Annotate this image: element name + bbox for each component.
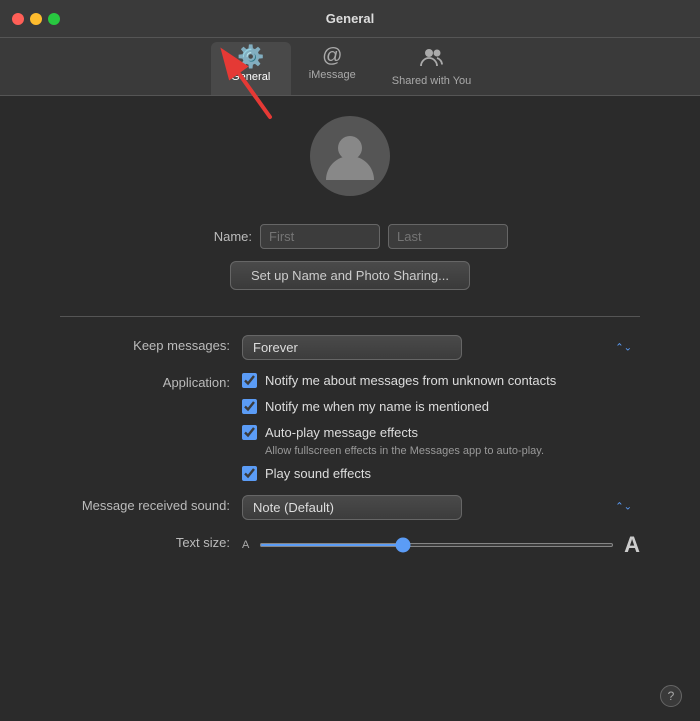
keep-messages-control: Forever 1 Year 30 Days [242,335,640,360]
text-size-row: Text size: A A [60,532,640,558]
checkbox-notify-unknown-label: Notify me about messages from unknown co… [265,372,556,390]
keep-messages-label: Keep messages: [60,335,230,353]
app-window: General ⚙️ General @ iMessage Shared wit… [0,0,700,721]
titlebar: General [0,0,700,38]
message-sound-label: Message received sound: [60,495,230,513]
toolbar: ⚙️ General @ iMessage Shared with You [0,38,700,96]
checkbox-row-notify-name: Notify me when my name is mentioned [242,398,640,416]
checkbox-autoplay-effects[interactable] [242,425,257,440]
shared-icon [420,46,444,72]
checkbox-notify-name-label: Notify me when my name is mentioned [265,398,489,416]
tab-shared-with-you[interactable]: Shared with You [374,42,490,95]
close-button[interactable] [12,13,24,25]
checkbox-autoplay-sublabel: Allow fullscreen effects in the Messages… [265,445,544,457]
at-icon: @ [322,46,342,66]
keep-messages-row: Keep messages: Forever 1 Year 30 Days [60,335,640,360]
application-label: Application: [60,372,230,390]
window-title: General [326,11,374,26]
minimize-button[interactable] [30,13,42,25]
checkbox-row-autoplay: Auto-play message effects Allow fullscre… [242,424,640,456]
gear-icon: ⚙️ [237,46,264,68]
divider [60,316,640,317]
checkbox-row-notify-unknown: Notify me about messages from unknown co… [242,372,640,390]
tab-imessage-label: iMessage [309,69,356,81]
tab-shared-with-you-label: Shared with You [392,75,472,87]
text-size-small-label: A [242,539,249,551]
text-size-slider[interactable] [259,543,614,547]
checkbox-autoplay-label: Auto-play message effects [265,424,544,442]
setup-name-photo-button[interactable]: Set up Name and Photo Sharing... [230,261,470,290]
checkbox-row-play-sound: Play sound effects [242,465,640,483]
window-controls [12,13,60,25]
message-sound-row: Message received sound: Note (Default) B… [60,495,640,520]
maximize-button[interactable] [48,13,60,25]
checkbox-notify-name[interactable] [242,399,257,414]
text-size-large-label: A [624,532,640,558]
message-sound-control: Note (Default) Bamboo Chord Glass Horn N… [242,495,640,520]
message-sound-select-wrapper: Note (Default) Bamboo Chord Glass Horn N… [242,495,640,520]
application-row: Application: Notify me about messages fr… [60,372,640,483]
keep-messages-select[interactable]: Forever 1 Year 30 Days [242,335,462,360]
text-size-control: A A [242,532,640,558]
checkbox-play-sound-label: Play sound effects [265,465,371,483]
first-name-input[interactable] [260,224,380,249]
message-sound-select[interactable]: Note (Default) Bamboo Chord Glass Horn N… [242,495,462,520]
tab-imessage[interactable]: @ iMessage [291,42,374,95]
person-icon [320,126,380,186]
help-button[interactable]: ? [660,685,682,707]
checkbox-play-sound[interactable] [242,466,257,481]
name-row: Name: [192,224,508,249]
keep-messages-select-wrapper: Forever 1 Year 30 Days [242,335,640,360]
text-size-label: Text size: [60,532,230,550]
text-size-slider-row: A A [242,532,640,558]
checkbox-notify-unknown[interactable] [242,373,257,388]
application-control: Notify me about messages from unknown co… [242,372,640,483]
settings-section: Keep messages: Forever 1 Year 30 Days Ap… [60,335,640,570]
avatar[interactable] [310,116,390,196]
tab-general-label: General [231,71,270,83]
avatar-section [310,116,390,210]
last-name-input[interactable] [388,224,508,249]
name-label: Name: [192,229,252,244]
tab-general[interactable]: ⚙️ General [211,42,291,95]
